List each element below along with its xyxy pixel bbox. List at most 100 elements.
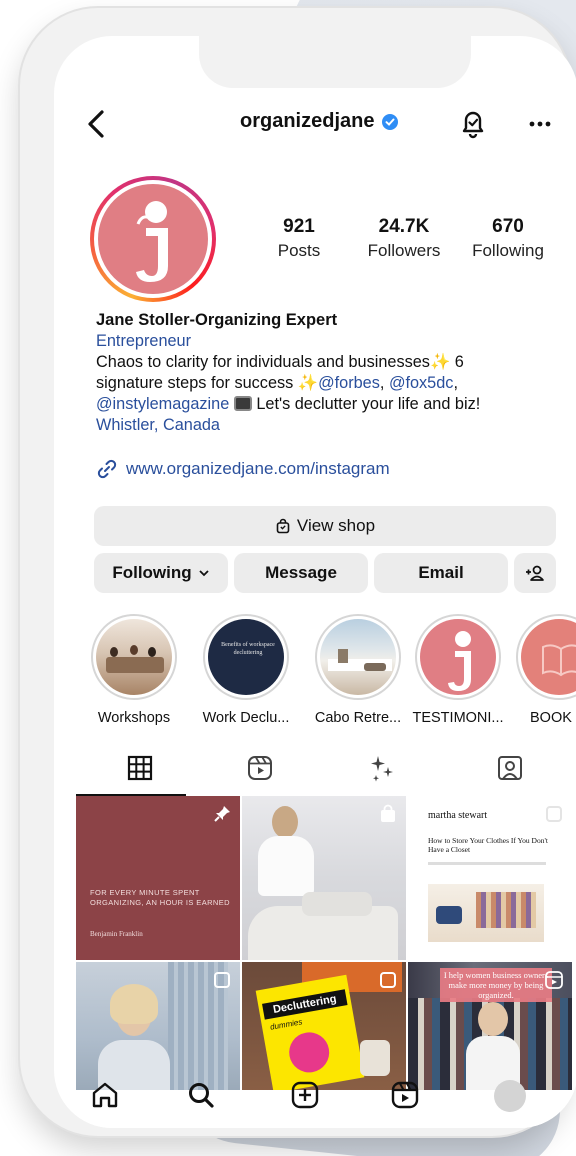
post-quote[interactable]: FOR EVERY MINUTE SPENT ORGANIZING, AN HO… [76, 796, 240, 960]
following-label: Following [472, 241, 544, 260]
post-photo-folding[interactable] [242, 796, 406, 960]
highlight-work-declutter[interactable]: Benefits of workspace decluttering Work … [198, 614, 294, 726]
suggested-people-button[interactable] [514, 553, 556, 593]
tab-reels[interactable] [240, 748, 280, 788]
verified-badge-icon [382, 113, 399, 130]
tv-emoji-icon [233, 396, 252, 411]
post-quote-author: Benjamin Franklin [90, 930, 143, 938]
following-count: 670 [492, 216, 524, 237]
email-button[interactable]: Email [374, 553, 508, 593]
view-shop-label: View shop [296, 516, 376, 535]
username-title: organizedjane [240, 110, 399, 133]
highlight-thumb [96, 619, 172, 695]
post-decluttering-book[interactable]: Decluttering dummies [242, 962, 406, 1092]
book-subtitle: dummies [269, 1017, 303, 1032]
back-button[interactable] [82, 104, 112, 144]
display-name: Jane Stoller-Organizing Expert [96, 311, 338, 329]
bio-line2-end: , [453, 374, 458, 392]
posts-grid: FOR EVERY MINUTE SPENT ORGANIZING, AN HO… [76, 796, 576, 1092]
highlight-label: Cabo Retre... [314, 710, 402, 726]
followers-label: Followers [367, 241, 441, 260]
view-shop-button[interactable]: View shop [94, 506, 556, 546]
highlight-thumb [521, 619, 576, 695]
carousel-icon [380, 972, 396, 988]
notifications-button[interactable] [456, 106, 490, 140]
nav-home[interactable] [88, 1078, 122, 1112]
bell-check-icon [462, 111, 484, 139]
profile-header: organizedjane [54, 104, 576, 148]
website-url: www.organizedjane.com/instagram [126, 459, 390, 478]
phone-notch [199, 36, 471, 88]
sparkles-icon [371, 756, 393, 782]
message-button-label: Message [265, 563, 337, 582]
profile-location[interactable]: Whistler, Canada [96, 416, 220, 434]
bio-line1: Chaos to clarity for individuals and bus… [96, 353, 430, 371]
nav-create[interactable] [288, 1078, 322, 1112]
posts-count: 921 [283, 216, 315, 237]
highlight-workshops[interactable]: Workshops [90, 614, 178, 726]
reels-icon [545, 971, 563, 989]
pin-icon [214, 806, 230, 822]
following-button-label: Following [112, 563, 192, 582]
profile-category: Entrepreneur [96, 332, 192, 350]
tab-tagged[interactable] [490, 748, 530, 788]
highlight-thumb: Benefits of workspace decluttering [208, 619, 284, 695]
profile-avatar[interactable] [90, 176, 216, 302]
highlight-thumb [420, 619, 496, 695]
mention-forbes[interactable]: @forbes [318, 374, 380, 392]
bottom-navigation [54, 1080, 576, 1128]
post-photo-portrait[interactable] [76, 962, 240, 1092]
tab-posts-grid[interactable] [120, 748, 160, 788]
bio-text: Chaos to clarity for individuals and bus… [96, 352, 566, 436]
shopping-bag-icon [276, 518, 290, 534]
chevron-left-icon [88, 110, 104, 138]
avatar [494, 1080, 526, 1112]
sparkles-emoji-icon: ✨ [429, 353, 451, 371]
highlight-book[interactable]: BOOK [516, 614, 576, 726]
reels-icon [248, 756, 272, 780]
nav-search[interactable] [184, 1078, 218, 1112]
highlight-label: Workshops [97, 710, 171, 726]
website-link[interactable]: www.organizedjane.com/instagram [96, 458, 390, 480]
mention-instylemagazine[interactable]: @instylemagazine [96, 395, 229, 413]
highlight-testimonials[interactable]: TESTIMONI... [410, 614, 506, 726]
stat-posts[interactable]: 921 Posts [264, 216, 334, 261]
carousel-icon [214, 972, 230, 988]
reels-icon [391, 1081, 419, 1109]
bio-separator: , [379, 374, 389, 392]
tab-ai-studio[interactable] [362, 748, 402, 788]
nav-reels[interactable] [388, 1078, 422, 1112]
home-icon [92, 1082, 118, 1108]
shopping-bag-icon [381, 804, 395, 822]
stat-followers[interactable]: 24.7K Followers [356, 216, 452, 261]
post-martha-stewart[interactable]: martha stewart How to Store Your Clothes… [408, 796, 572, 960]
post-ms-brand: martha stewart [428, 810, 488, 821]
highlight-cabo-retreat[interactable]: Cabo Retre... [310, 614, 406, 726]
post-reel-closet[interactable]: I help women business owners make more m… [408, 962, 572, 1092]
message-button[interactable]: Message [234, 553, 368, 593]
book-title: Decluttering [262, 989, 348, 1020]
nav-profile[interactable] [494, 1080, 528, 1114]
email-button-label: Email [418, 563, 464, 582]
grid-icon [127, 755, 153, 781]
stat-following[interactable]: 670 Following [460, 216, 556, 261]
book-icon [542, 644, 576, 677]
bio-line1-end: 6 [450, 353, 464, 371]
add-person-icon [526, 565, 544, 581]
following-button[interactable]: Following [94, 553, 228, 593]
post-quote-text: FOR EVERY MINUTE SPENT ORGANIZING, AN HO… [90, 888, 230, 907]
profile-tabs [54, 748, 576, 796]
followers-count: 24.7K [378, 216, 430, 237]
highlight-thumb-text: Benefits of workspace decluttering [221, 642, 275, 656]
profile-username: organizedjane [240, 110, 375, 132]
chevron-down-icon [199, 570, 209, 577]
bio-line3: Let's declutter your life and biz! [251, 395, 481, 413]
sparkles-emoji-icon: ✨ [297, 374, 319, 392]
tagged-icon [498, 756, 522, 780]
posts-label: Posts [277, 241, 321, 260]
highlight-label: TESTIMONI... [412, 710, 504, 726]
more-options-button[interactable] [522, 110, 558, 138]
post-ms-headline: How to Store Your Clothes If You Don't H… [428, 836, 548, 854]
mention-fox5dc[interactable]: @fox5dc [389, 374, 454, 392]
highlight-label: Work Declu... [202, 710, 290, 726]
